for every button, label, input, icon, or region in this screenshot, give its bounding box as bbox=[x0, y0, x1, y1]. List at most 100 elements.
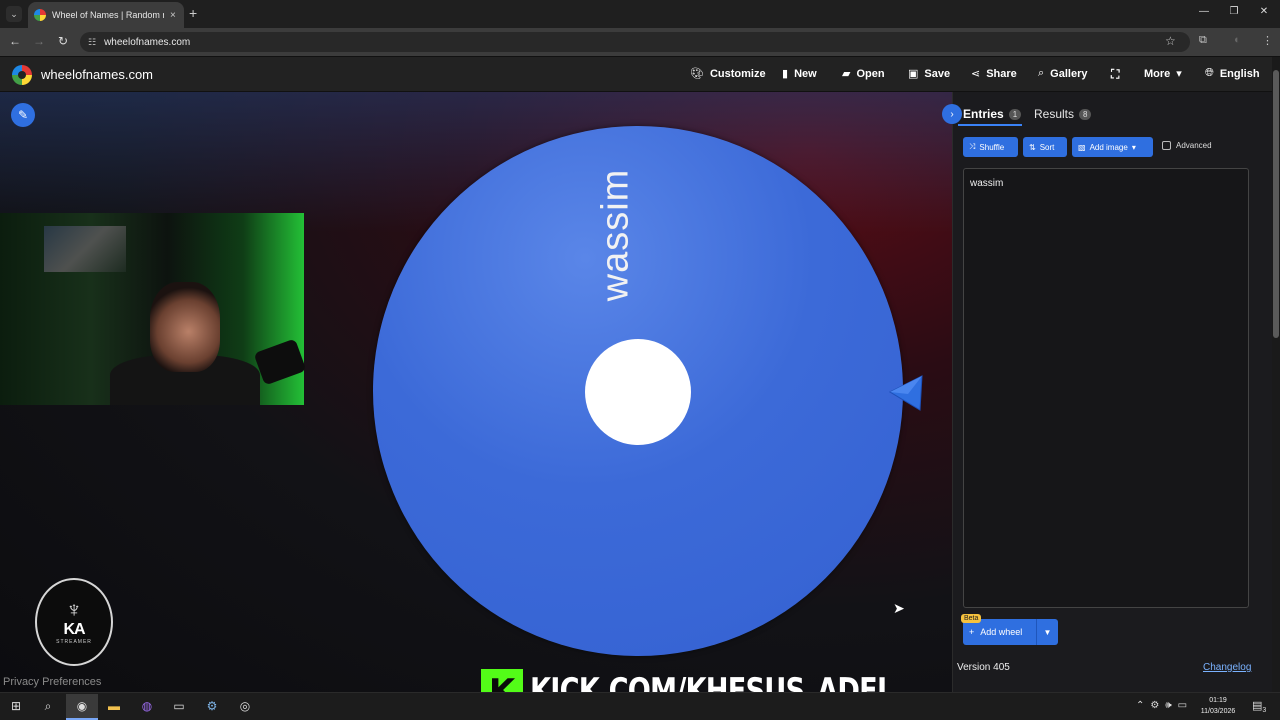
tab-results-label: Results bbox=[1034, 107, 1075, 121]
wheel-entry-text: wassim bbox=[594, 168, 637, 302]
search-icon[interactable]: ⌕ bbox=[40, 698, 56, 714]
tab-results[interactable]: Results 8 bbox=[1034, 107, 1092, 121]
customize-button[interactable]: 🎨︎ Customize bbox=[690, 67, 766, 81]
clock-date: 11/03/2026 bbox=[1200, 708, 1236, 715]
restore-button[interactable]: ❐ bbox=[1226, 6, 1242, 17]
tray-steam-icon[interactable]: ⚙ bbox=[1150, 700, 1159, 711]
taskbar-clock[interactable]: 01:19 11/03/2026 bbox=[1196, 695, 1240, 717]
tab-entries[interactable]: Entries 1 bbox=[963, 107, 1022, 121]
checkbox-box[interactable] bbox=[1162, 141, 1171, 150]
reload-icon[interactable]: ↻ bbox=[56, 34, 70, 48]
add-image-button[interactable]: ▧ Add image ▾ bbox=[1072, 137, 1153, 157]
more-button[interactable]: More ▾ bbox=[1144, 67, 1182, 81]
minimize-button[interactable]: — bbox=[1196, 6, 1212, 17]
share-icon: ⋖ bbox=[971, 68, 981, 80]
network-icon[interactable]: ▭ bbox=[1178, 700, 1187, 711]
palette-icon: 🎨︎ bbox=[690, 68, 704, 80]
more-label: More bbox=[1144, 67, 1171, 80]
changelog-link[interactable]: Changelog bbox=[1203, 662, 1251, 673]
active-tab-indicator bbox=[958, 124, 1022, 126]
caret-down-icon[interactable]: ▼ bbox=[1037, 628, 1058, 637]
caret-down-icon: ▾ bbox=[1131, 142, 1136, 152]
sort-button[interactable]: ⇅ Sort bbox=[1023, 137, 1067, 157]
entries-textarea[interactable]: wassim bbox=[963, 168, 1249, 608]
save-label: Save bbox=[924, 67, 951, 80]
stream-logo-sub: STREAMER bbox=[56, 639, 92, 645]
url-text: wheelofnames.com bbox=[104, 36, 191, 48]
site-name[interactable]: wheelofnames.com bbox=[41, 67, 153, 82]
chrome-icon[interactable]: ◉ bbox=[74, 698, 90, 714]
customize-label: Customize bbox=[709, 67, 766, 80]
new-label: New bbox=[794, 67, 817, 80]
advanced-checkbox[interactable]: Advanced bbox=[1162, 141, 1212, 150]
windows-start-icon[interactable]: ⊞ bbox=[8, 698, 24, 714]
version-text: Version 405 bbox=[957, 662, 1010, 673]
results-count-badge: 8 bbox=[1079, 108, 1092, 120]
caret-down-icon: ▾ bbox=[1176, 68, 1182, 80]
gallery-label: Gallery bbox=[1050, 67, 1088, 80]
wheel-pointer-icon bbox=[888, 375, 923, 411]
shuffle-button[interactable]: ⤨ Shuffle bbox=[963, 137, 1018, 157]
terminal-icon[interactable]: ▭ bbox=[171, 698, 187, 714]
mouse-cursor-icon: ➤ bbox=[893, 600, 905, 616]
add-image-label: Add image bbox=[1089, 142, 1128, 152]
stream-logo: ♆ KA STREAMER bbox=[35, 578, 113, 666]
forward-icon[interactable]: → bbox=[32, 34, 46, 48]
fullscreen-icon[interactable]: ⛶ bbox=[1111, 67, 1119, 82]
stream-logo-letters: KA bbox=[63, 621, 85, 638]
tab-entries-label: Entries bbox=[963, 107, 1004, 121]
sort-icon: ⇅ bbox=[1029, 142, 1036, 152]
obs-icon[interactable]: ◎ bbox=[237, 698, 253, 714]
tray-expand-icon[interactable]: ⌃ bbox=[1136, 700, 1144, 711]
file-explorer-icon[interactable]: ▬ bbox=[106, 698, 122, 714]
notification-center-icon[interactable]: ▤3 bbox=[1252, 699, 1266, 714]
extensions-icon[interactable]: ⧉ bbox=[1199, 34, 1207, 47]
file-icon: ▮ bbox=[782, 68, 789, 80]
add-wheel-label: Add wheel bbox=[980, 627, 1023, 637]
system-tray: ⌃ ⚙ 🕪︎ ▭ bbox=[1136, 700, 1187, 711]
globe-icon: 🌐︎ bbox=[1205, 67, 1214, 79]
plus-icon: + bbox=[969, 627, 975, 637]
notification-icon: ▤ bbox=[1252, 700, 1263, 712]
privacy-preferences-link[interactable]: Privacy Preferences bbox=[3, 676, 101, 688]
tab-close-icon[interactable]: × bbox=[170, 10, 176, 21]
image-icon: ▧ bbox=[1078, 142, 1086, 152]
tab-title: Wheel of Names | Random name picker bbox=[52, 10, 164, 20]
wheel-logo-icon[interactable] bbox=[12, 65, 32, 85]
windows-taskbar bbox=[0, 692, 1280, 720]
steam-icon[interactable]: ⚙ bbox=[204, 698, 220, 714]
edit-pencil-icon[interactable]: ✎ bbox=[11, 103, 35, 127]
open-label: Open bbox=[856, 67, 885, 80]
share-button[interactable]: ⋖ Share bbox=[971, 67, 1017, 81]
bookmark-star-icon[interactable]: ☆ bbox=[1165, 34, 1176, 48]
close-window-button[interactable]: ✕ bbox=[1256, 6, 1272, 17]
shuffle-label: Shuffle bbox=[979, 142, 1005, 152]
beta-badge: Beta bbox=[961, 614, 982, 623]
browser-tab[interactable]: Wheel of Names | Random name picker × bbox=[28, 2, 184, 28]
entries-count-badge: 1 bbox=[1008, 108, 1022, 120]
language-button[interactable]: 🌐︎ English bbox=[1205, 67, 1260, 80]
new-tab-button[interactable]: + bbox=[189, 6, 197, 20]
share-label: Share bbox=[986, 67, 1017, 80]
scrollbar-thumb[interactable] bbox=[1273, 70, 1279, 338]
profile-icon[interactable]: ◐ bbox=[1234, 34, 1241, 46]
wheel-center[interactable] bbox=[585, 339, 691, 445]
site-info-icon[interactable]: ☷ bbox=[88, 37, 96, 48]
address-bar[interactable]: ☷ wheelofnames.com bbox=[80, 32, 1190, 52]
save-button[interactable]: ▣ Save bbox=[908, 67, 951, 81]
webcam-streamer-head bbox=[150, 282, 220, 372]
sort-label: Sort bbox=[1039, 142, 1055, 152]
browser-menu-icon[interactable]: ⋮ bbox=[1262, 34, 1273, 47]
collapse-panel-chevron-icon[interactable]: › bbox=[942, 104, 962, 124]
folder-icon: ▰ bbox=[842, 68, 851, 80]
gallery-button[interactable]: ⌕ Gallery bbox=[1038, 67, 1087, 80]
discord-icon[interactable]: ◍ bbox=[139, 698, 155, 714]
new-button[interactable]: ▮ New bbox=[782, 67, 817, 81]
tab-search-button[interactable]: ⌄ bbox=[6, 6, 22, 22]
volume-icon[interactable]: 🕪︎ bbox=[1165, 700, 1171, 711]
back-icon[interactable]: ← bbox=[8, 34, 22, 48]
clock-time: 01:19 bbox=[1209, 697, 1227, 704]
advanced-label: Advanced bbox=[1176, 141, 1212, 150]
open-button[interactable]: ▰ Open bbox=[842, 67, 885, 81]
phoenix-icon: ♆ bbox=[65, 597, 83, 622]
